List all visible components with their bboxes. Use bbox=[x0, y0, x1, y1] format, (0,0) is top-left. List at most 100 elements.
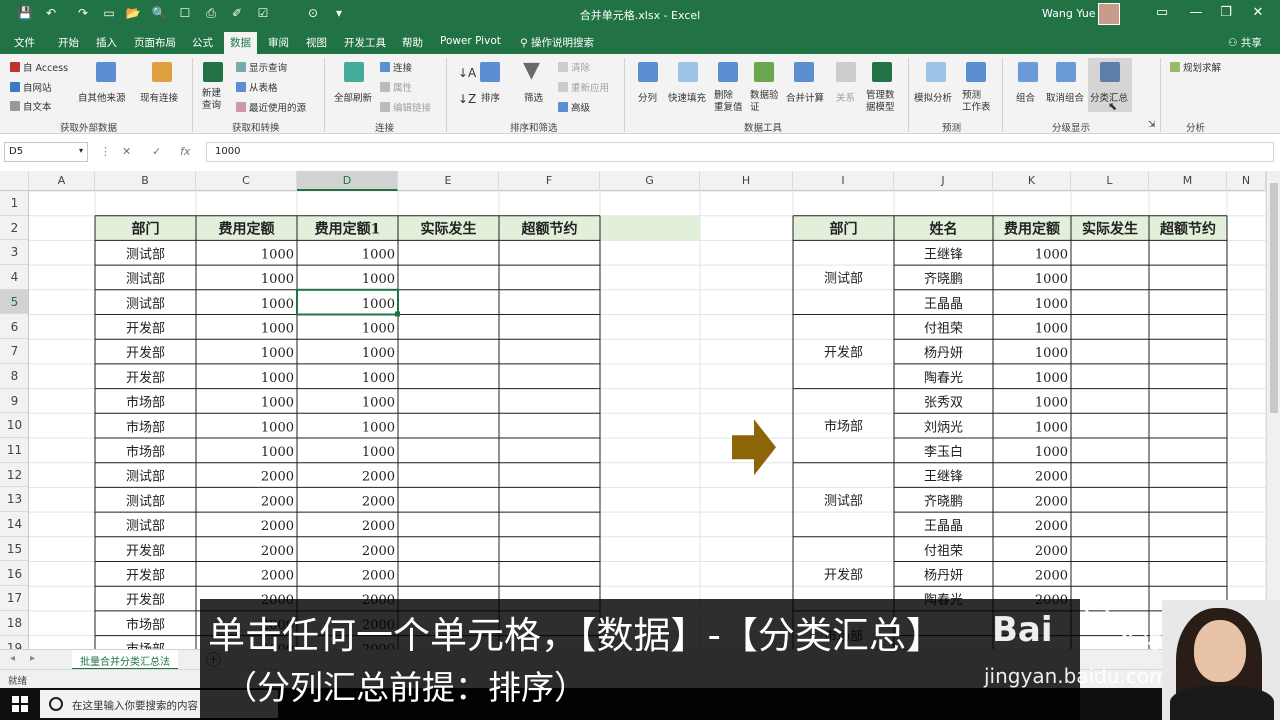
show-queries-button[interactable]: 显示查询 bbox=[236, 60, 287, 74]
existing-connections-button[interactable]: 现有连接 bbox=[140, 90, 178, 104]
column-header-A[interactable]: A bbox=[29, 171, 95, 191]
next-sheet-icon[interactable]: ▸ bbox=[30, 653, 35, 664]
tab-0[interactable]: 文件 bbox=[14, 35, 35, 50]
row-header-8[interactable]: 8 bbox=[0, 364, 28, 389]
row-header-14[interactable]: 14 bbox=[0, 512, 28, 537]
sheet-tab[interactable]: 批量合并分类汇总法 bbox=[72, 650, 178, 670]
row-header-13[interactable]: 13 bbox=[0, 487, 28, 513]
from-web-button[interactable]: 自网站 bbox=[10, 80, 52, 94]
remove-duplicates-button[interactable]: 删除 重复值 bbox=[714, 90, 743, 114]
dialog-launcher-icon[interactable]: ⇲ bbox=[1148, 120, 1156, 130]
tab-3[interactable]: 页面布局 bbox=[134, 35, 176, 50]
other-sources-button[interactable]: 自其他来源 bbox=[78, 90, 126, 104]
row-header-12[interactable]: 12 bbox=[0, 463, 28, 488]
tab-9[interactable]: 帮助 bbox=[402, 35, 423, 50]
row-header-4[interactable]: 4 bbox=[0, 265, 28, 290]
column-header-E[interactable]: E bbox=[398, 171, 499, 191]
connections-button[interactable]: 连接 bbox=[380, 60, 412, 74]
vertical-scrollbar[interactable] bbox=[1266, 171, 1280, 649]
what-if-analysis-button[interactable]: 模拟分析 bbox=[914, 90, 952, 104]
minimize-icon[interactable]: — bbox=[1186, 5, 1206, 20]
row-header-6[interactable]: 6 bbox=[0, 315, 28, 340]
chevron-down-icon[interactable]: ▾ bbox=[79, 146, 83, 155]
from-table-button[interactable]: 从表格 bbox=[236, 80, 278, 94]
column-header-J[interactable]: J bbox=[894, 171, 993, 191]
refresh-all-button[interactable]: 全部刷新 bbox=[334, 90, 372, 104]
flash-fill-button[interactable]: 快速填充 bbox=[668, 90, 706, 104]
relationships-button[interactable]: 关系 bbox=[836, 90, 855, 104]
cancel-icon[interactable]: ✕ bbox=[122, 145, 131, 158]
row-header-7[interactable]: 7 bbox=[0, 339, 28, 364]
sort-descending-icon[interactable]: ↓Z bbox=[458, 92, 476, 106]
windows-start-icon[interactable] bbox=[12, 696, 28, 712]
row-header-5[interactable]: 5 bbox=[0, 289, 28, 315]
filter-button[interactable]: 筛选 bbox=[524, 90, 543, 104]
column-header-C[interactable]: C bbox=[196, 171, 297, 191]
tab-4[interactable]: 公式 bbox=[192, 35, 213, 50]
column-header-G[interactable]: G bbox=[600, 171, 700, 191]
from-text-button[interactable]: 自文本 bbox=[10, 99, 52, 113]
recent-sources-button[interactable]: 最近使用的源 bbox=[236, 100, 306, 114]
user-name[interactable]: Wang Yue bbox=[1042, 7, 1096, 20]
consolidate-button[interactable]: 合并计算 bbox=[786, 90, 824, 104]
reapply-button[interactable]: 重新应用 bbox=[558, 80, 609, 94]
row-header-3[interactable]: 3 bbox=[0, 240, 28, 266]
row-header-19[interactable]: 19 bbox=[0, 636, 28, 649]
column-header-D[interactable]: D bbox=[297, 171, 398, 191]
sort-ascending-icon[interactable]: ↓A bbox=[458, 66, 476, 80]
solver-button[interactable]: 规划求解 bbox=[1170, 60, 1221, 74]
tab-5[interactable]: 数据 bbox=[224, 32, 257, 54]
tab-1[interactable]: 开始 bbox=[58, 35, 79, 50]
column-header-M[interactable]: M bbox=[1149, 171, 1227, 191]
tab-2[interactable]: 插入 bbox=[96, 35, 117, 50]
column-header-H[interactable]: H bbox=[700, 171, 793, 191]
tab-11[interactable]: ⚲ 操作说明搜索 bbox=[520, 35, 594, 50]
ungroup-button[interactable]: 取消组合 bbox=[1046, 90, 1084, 104]
fill-handle[interactable] bbox=[395, 311, 400, 317]
prev-sheet-icon[interactable]: ◂ bbox=[10, 653, 15, 664]
tab-7[interactable]: 视图 bbox=[306, 35, 327, 50]
name-box[interactable]: D5 ▾ bbox=[4, 142, 88, 162]
formula-input[interactable]: 1000 bbox=[206, 142, 1274, 162]
scroll-thumb[interactable] bbox=[1270, 183, 1278, 413]
row-header-17[interactable]: 17 bbox=[0, 586, 28, 611]
ribbon-display-icon[interactable]: ▭ bbox=[1152, 5, 1172, 20]
worksheet-grid[interactable]: 部门 费用定额 费用定额1 实际发生 超额节约测试部 1000 1000 测试部 1000 100… bbox=[29, 191, 1266, 649]
row-header-16[interactable]: 16 bbox=[0, 562, 28, 587]
select-all-corner[interactable] bbox=[0, 171, 29, 191]
row-header-11[interactable]: 11 bbox=[0, 438, 28, 463]
column-header-N[interactable]: N bbox=[1227, 171, 1266, 191]
column-header-L[interactable]: L bbox=[1071, 171, 1149, 191]
row-header-1[interactable]: 1 bbox=[0, 191, 28, 216]
worksheet-cells[interactable]: 部门 费用定额 费用定额1 实际发生 超额节约 测试部 1000 1000 测试部 1000 100… bbox=[29, 191, 1266, 649]
properties-button[interactable]: 属性 bbox=[380, 80, 412, 94]
tab-8[interactable]: 开发工具 bbox=[344, 35, 386, 50]
column-header-I[interactable]: I bbox=[793, 171, 894, 191]
tab-10[interactable]: Power Pivot bbox=[440, 35, 501, 47]
forecast-sheet-button[interactable]: 预测 工作表 bbox=[962, 90, 991, 114]
new-query-button[interactable]: 新建 查询 bbox=[202, 88, 221, 112]
column-header-B[interactable]: B bbox=[95, 171, 196, 191]
enter-icon[interactable]: ✓ bbox=[152, 145, 161, 158]
row-header-2[interactable]: 2 bbox=[0, 216, 28, 241]
insert-function-icon[interactable]: fx bbox=[180, 145, 190, 158]
clear-button[interactable]: 清除 bbox=[558, 60, 590, 74]
text-to-columns-button[interactable]: 分列 bbox=[638, 90, 657, 104]
group-button[interactable]: 组合 bbox=[1016, 90, 1035, 104]
row-header-10[interactable]: 10 bbox=[0, 413, 28, 438]
advanced-button[interactable]: 高级 bbox=[558, 100, 590, 114]
manage-data-model-button[interactable]: 管理数 据模型 bbox=[866, 90, 895, 114]
from-access-button[interactable]: 自 Access bbox=[10, 60, 68, 74]
edit-links-button[interactable]: 编辑链接 bbox=[380, 100, 431, 114]
row-header-9[interactable]: 9 bbox=[0, 389, 28, 414]
close-icon[interactable]: ✕ bbox=[1248, 5, 1268, 20]
row-header-15[interactable]: 15 bbox=[0, 537, 28, 562]
tab-6[interactable]: 审阅 bbox=[268, 35, 289, 50]
sort-button[interactable]: 排序 bbox=[481, 90, 500, 104]
share-button[interactable]: ⚇ 共享 bbox=[1228, 35, 1262, 50]
column-header-K[interactable]: K bbox=[993, 171, 1071, 191]
data-validation-button[interactable]: 数据验 证 bbox=[750, 90, 779, 114]
avatar[interactable] bbox=[1098, 3, 1120, 25]
column-header-F[interactable]: F bbox=[499, 171, 600, 191]
maximize-icon[interactable]: ❐ bbox=[1216, 5, 1236, 20]
